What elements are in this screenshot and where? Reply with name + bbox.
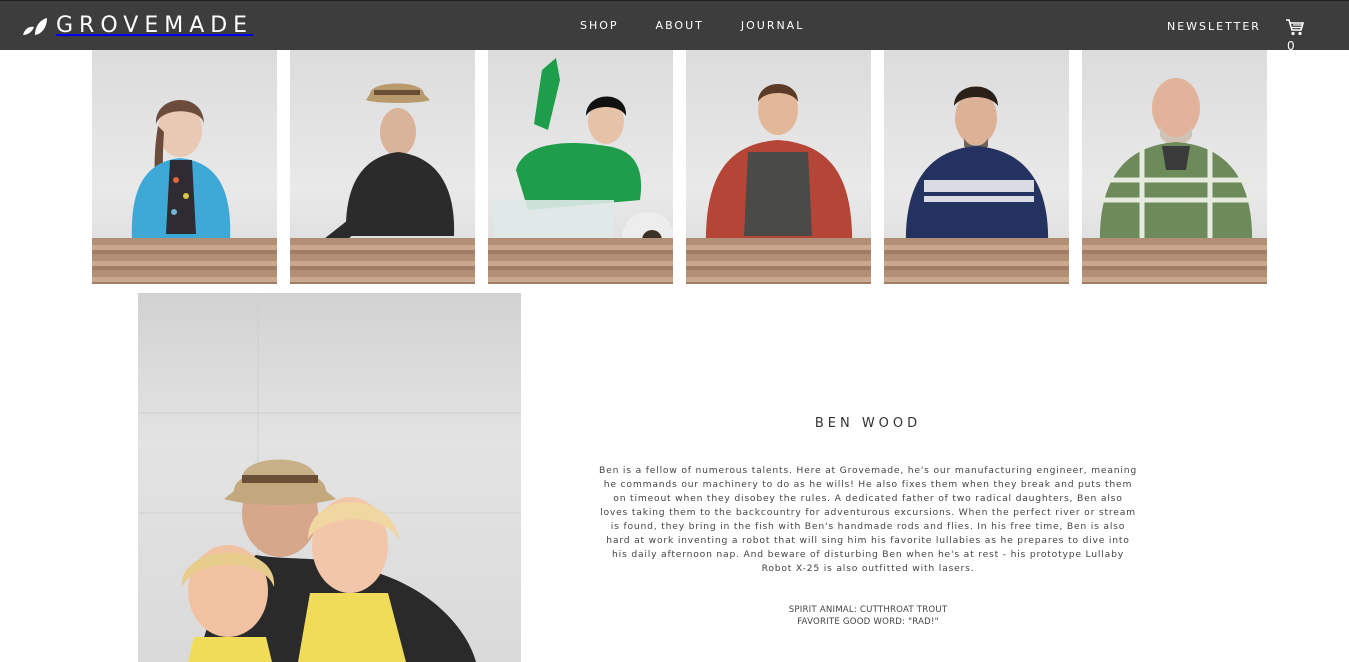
nav-shop[interactable]: SHOP	[580, 18, 619, 34]
nav-about[interactable]: ABOUT	[656, 18, 704, 34]
top-navigation-bar: GROVEMADE SHOP ABOUT JOURNAL NEWSLETTER …	[0, 0, 1349, 53]
team-portrait-row	[92, 50, 1268, 284]
wooden-table	[686, 238, 871, 284]
member-bio-text: Ben is a fellow of numerous talents. Her…	[599, 465, 1137, 574]
main-nav: SHOP ABOUT JOURNAL	[580, 18, 841, 34]
shopping-cart-icon	[1286, 19, 1305, 36]
grovemade-logo[interactable]: GROVEMADE	[22, 12, 253, 40]
team-portrait-2[interactable]	[290, 50, 475, 284]
featured-member-photo	[138, 293, 521, 662]
team-portrait-3[interactable]	[488, 50, 673, 284]
cart-count: 0	[1287, 39, 1295, 53]
brand-name: GROVEMADE	[56, 13, 254, 38]
team-portrait-4[interactable]	[686, 50, 871, 284]
favorite-word: FAVORITE GOOD WORD: "RAD!"	[797, 617, 939, 627]
nav-journal[interactable]: JOURNAL	[741, 18, 804, 34]
leaf-logo-icon	[23, 18, 47, 35]
team-portrait-1[interactable]	[92, 50, 277, 284]
wooden-table	[92, 238, 277, 284]
newsletter-link[interactable]: NEWSLETTER	[1167, 19, 1261, 35]
spirit-animal: SPIRIT ANIMAL: CUTTHROAT TROUT	[788, 605, 948, 615]
team-portrait-6[interactable]	[1082, 50, 1267, 284]
cart-button[interactable]: 0	[1285, 18, 1305, 53]
wooden-table	[488, 238, 673, 284]
member-facts: SPIRIT ANIMAL: CUTTHROAT TROUT FAVORITE …	[598, 604, 1138, 628]
wooden-table	[1082, 238, 1267, 284]
member-name: BEN WOOD	[814, 416, 922, 431]
wooden-table	[290, 238, 475, 284]
featured-member-bio: BEN WOOD Ben is a fellow of numerous tal…	[598, 410, 1138, 628]
team-portrait-5[interactable]	[884, 50, 1069, 284]
father-and-daughters-photo-icon	[138, 293, 521, 662]
wooden-table	[884, 238, 1069, 284]
